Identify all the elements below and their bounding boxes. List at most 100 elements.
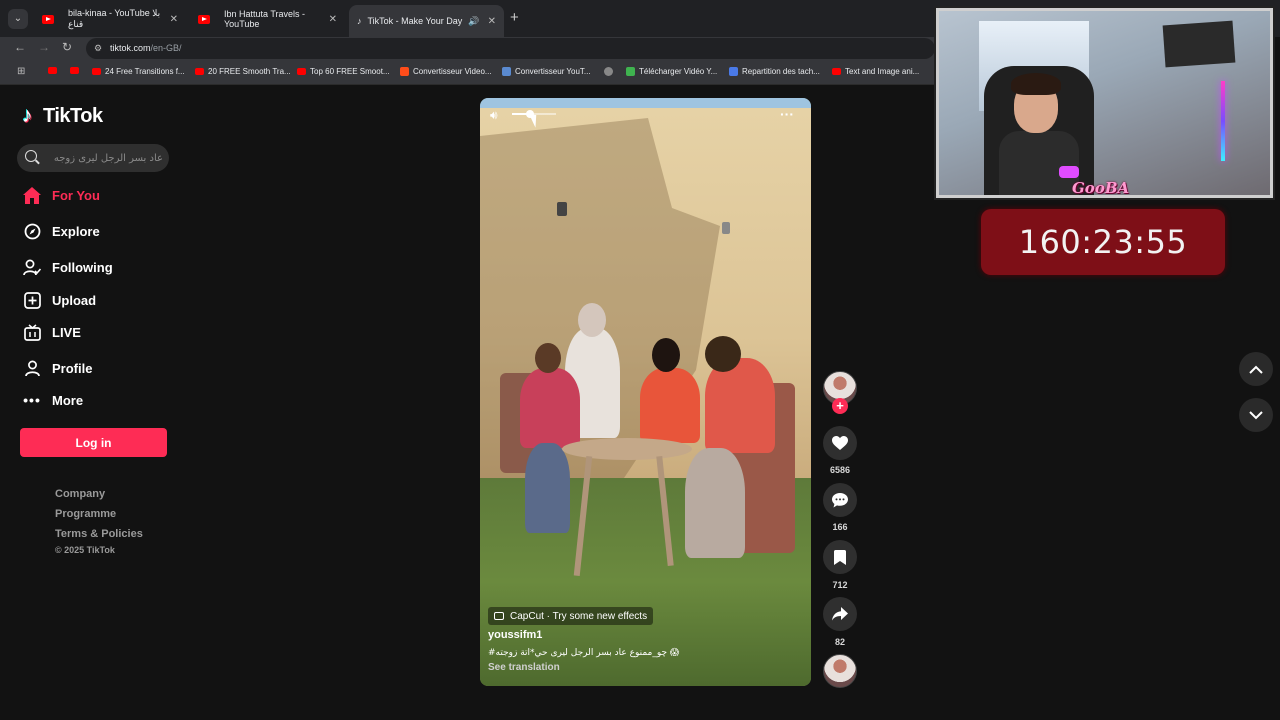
nav-upload[interactable]: Upload bbox=[22, 288, 96, 312]
nav-label: Explore bbox=[52, 223, 100, 239]
capcut-effect-tag[interactable]: CapCut · Try some new effects bbox=[488, 607, 654, 625]
bookmark-item[interactable]: 24 Free Transitions f... bbox=[92, 67, 185, 76]
browser-tab-1[interactable]: bila-kinaa - YouTube بلا قناع ✕ bbox=[34, 6, 186, 32]
person-trousers bbox=[685, 448, 745, 558]
person-head bbox=[652, 338, 680, 372]
save-count: 712 bbox=[832, 580, 848, 590]
footer-link-terms[interactable]: Terms & Policies bbox=[55, 528, 143, 540]
person-head bbox=[535, 343, 561, 373]
streamer-hair bbox=[1011, 73, 1061, 95]
bookmarks-bar: ⊞ 24 Free Transitions f... 20 FREE Smoot… bbox=[0, 60, 935, 85]
save-button[interactable] bbox=[823, 540, 857, 574]
like-count: 6586 bbox=[829, 465, 851, 475]
share-button[interactable] bbox=[823, 597, 857, 631]
chevron-down-icon bbox=[1249, 410, 1263, 419]
video-caption: #چو_ممنوع عاد بسر الرجل ليرى حي*اتة زوجت… bbox=[488, 648, 680, 658]
person-jeans bbox=[525, 443, 570, 533]
share-count: 82 bbox=[834, 637, 845, 647]
nav-for-you[interactable]: For You bbox=[22, 183, 100, 207]
youtube-icon bbox=[70, 67, 79, 74]
address-bar[interactable]: ⚙ tiktok.com/en-GB/ bbox=[86, 38, 935, 59]
close-tab-icon[interactable]: ✕ bbox=[170, 14, 178, 25]
speaker-icon[interactable]: 🔊 bbox=[468, 16, 479, 27]
bookmark-item[interactable]: Top 60 FREE Smoot... bbox=[297, 67, 390, 76]
nav-explore[interactable]: Explore bbox=[22, 219, 100, 243]
forward-icon[interactable]: → bbox=[38, 40, 50, 54]
person-head bbox=[578, 303, 606, 337]
bookmark-youtube-2[interactable] bbox=[70, 67, 83, 74]
logo-text: TikTok bbox=[43, 105, 103, 127]
bookmark-item[interactable]: Repartition des tach... bbox=[729, 67, 820, 76]
person-head bbox=[705, 336, 741, 372]
comment-button[interactable] bbox=[823, 483, 857, 517]
close-tab-icon[interactable]: ✕ bbox=[488, 16, 496, 27]
video-more-icon[interactable]: ··· bbox=[780, 106, 794, 122]
table bbox=[562, 438, 692, 460]
comment-count: 166 bbox=[832, 522, 848, 532]
bookmark-item[interactable]: Convertisseur YouT... bbox=[502, 67, 591, 76]
youtube-icon bbox=[92, 68, 101, 75]
microphone bbox=[1059, 166, 1079, 178]
bookmark-item[interactable]: Télécharger Vidéo Y... bbox=[626, 67, 717, 76]
bookmark-globe[interactable] bbox=[604, 67, 617, 76]
bookmark-item[interactable]: 20 FREE Smooth Tra... bbox=[195, 67, 291, 76]
next-video-button[interactable] bbox=[1239, 398, 1273, 432]
browser-tab-3[interactable]: ♪ TikTok - Make Your Day 🔊 ✕ bbox=[349, 5, 504, 37]
nav-profile[interactable]: Profile bbox=[22, 356, 92, 380]
bookmark-item[interactable]: Text and Image ani... bbox=[832, 67, 919, 76]
nav-label: Upload bbox=[52, 292, 97, 308]
youtube-icon bbox=[832, 68, 841, 75]
convert-icon bbox=[502, 67, 511, 76]
see-translation-link[interactable]: See translation bbox=[488, 662, 560, 673]
search-box[interactable] bbox=[17, 144, 169, 172]
footer-link-programme[interactable]: Programme bbox=[55, 508, 116, 520]
webcam-overlay: GooBA bbox=[936, 8, 1273, 198]
volume-icon[interactable]: 🔊︎ bbox=[490, 108, 498, 123]
site-info-icon[interactable]: ⚙ bbox=[94, 43, 102, 54]
login-button[interactable]: Log in bbox=[20, 428, 167, 457]
browser-tab-2[interactable]: Ibn Hattuta Travels - YouTube ✕ bbox=[190, 6, 345, 32]
apps-grid-icon[interactable]: ⊞ bbox=[17, 66, 25, 77]
chevron-up-icon bbox=[1249, 365, 1263, 374]
person-boy-pink bbox=[520, 368, 580, 448]
nav-more[interactable]: ••• More bbox=[22, 388, 83, 412]
search-icon[interactable] bbox=[25, 150, 37, 162]
video-author[interactable]: youssifm1 bbox=[488, 629, 542, 641]
profile-icon bbox=[22, 358, 42, 378]
youtube-icon bbox=[195, 68, 204, 75]
reload-icon[interactable]: ↻ bbox=[62, 40, 72, 54]
more-icon: ••• bbox=[23, 392, 41, 408]
new-tab-icon[interactable]: + bbox=[510, 9, 519, 26]
nav-label: More bbox=[52, 392, 84, 408]
tab-search-button[interactable]: ⌄ bbox=[8, 9, 28, 29]
search-input[interactable] bbox=[45, 151, 163, 165]
music-disc-avatar[interactable] bbox=[823, 654, 857, 688]
footer-link-company[interactable]: Company bbox=[55, 488, 105, 500]
following-icon bbox=[22, 257, 42, 277]
docs-icon bbox=[729, 67, 738, 76]
share-icon bbox=[832, 607, 848, 621]
nav-live[interactable]: LIVE bbox=[22, 320, 81, 344]
back-icon[interactable]: ← bbox=[14, 40, 26, 54]
video-player[interactable]: 🔊︎ ··· CapCut · Try some new effects you… bbox=[480, 98, 811, 686]
nav-label: Profile bbox=[52, 360, 93, 376]
nav-following[interactable]: Following bbox=[22, 255, 113, 279]
follow-plus-icon[interactable]: + bbox=[832, 398, 848, 414]
streamer-body bbox=[999, 131, 1079, 195]
tiktok-note-icon bbox=[22, 104, 40, 128]
bookmark-youtube-1[interactable] bbox=[48, 67, 61, 74]
effect-label: CapCut · Try some new effects bbox=[510, 610, 648, 622]
tab-title: Ibn Hattuta Travels - YouTube bbox=[224, 9, 306, 29]
stream-timer: 160:23:55 bbox=[981, 209, 1225, 275]
bookmark-icon bbox=[834, 549, 846, 565]
wall-lamp bbox=[722, 222, 730, 234]
bookmark-item[interactable]: Convertisseur Video... bbox=[400, 67, 492, 76]
close-tab-icon[interactable]: ✕ bbox=[329, 14, 337, 25]
nav-label: For You bbox=[52, 187, 100, 203]
tab-title: bila-kinaa - YouTube بلا قناع bbox=[68, 8, 161, 29]
like-button[interactable] bbox=[823, 426, 857, 460]
previous-video-button[interactable] bbox=[1239, 352, 1273, 386]
tiktok-logo[interactable]: TikTok bbox=[22, 104, 103, 128]
capcut-icon bbox=[494, 612, 504, 620]
person-man-red bbox=[705, 358, 775, 453]
